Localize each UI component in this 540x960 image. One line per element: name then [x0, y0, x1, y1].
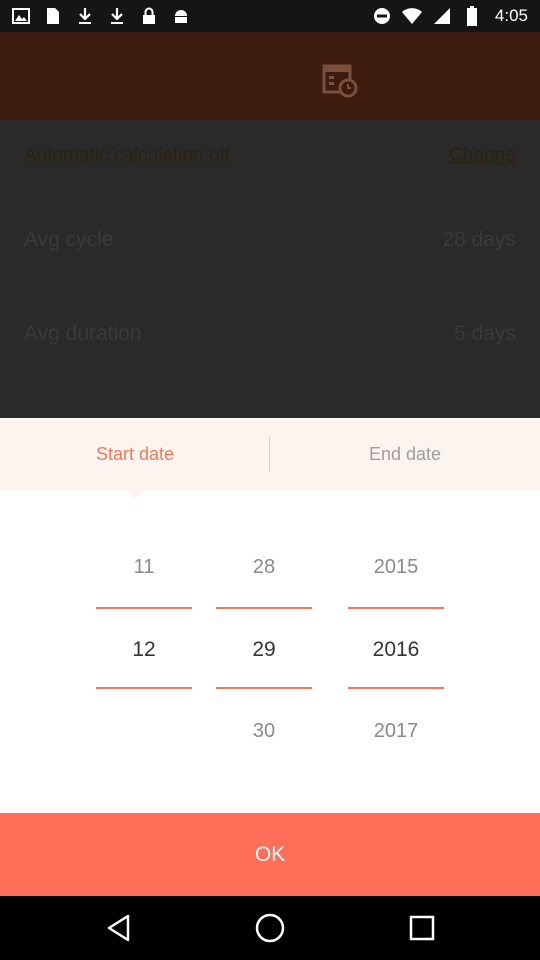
change-link: Change — [449, 145, 516, 166]
calendar-clock-icon — [322, 62, 358, 98]
year-prev-value[interactable]: 2015 — [348, 556, 444, 579]
month-current-value[interactable]: 12 — [96, 638, 192, 662]
day-current-value[interactable]: 29 — [216, 638, 312, 662]
image-icon — [10, 6, 32, 26]
ok-button[interactable]: OK — [0, 813, 540, 896]
android-icon — [170, 6, 192, 26]
app-header — [0, 32, 540, 120]
signal-icon — [431, 6, 453, 26]
avg-duration-label: Avg duration — [24, 322, 142, 345]
month-selection-line-bottom — [96, 687, 192, 689]
month-selection-line-top — [96, 607, 192, 609]
avg-cycle-value: 28 days — [442, 228, 516, 251]
date-tabs: Start date End date — [0, 418, 540, 490]
year-selection-line-top — [348, 607, 444, 609]
do-not-disturb-icon — [371, 6, 393, 26]
tab-end-date[interactable]: End date — [270, 418, 540, 490]
status-bar: 4:05 — [0, 0, 540, 32]
avg-duration-row: Avg duration 5 days — [24, 322, 516, 346]
month-picker[interactable]: 11 12 — [96, 528, 192, 768]
month-prev-value[interactable]: 11 — [96, 556, 192, 579]
clock: 4:05 — [494, 6, 528, 25]
download-icon — [74, 6, 96, 26]
auto-calculation-label: Automatic calculation off — [24, 145, 230, 166]
day-next-value[interactable]: 30 — [216, 720, 312, 743]
active-tab-indicator — [126, 490, 144, 499]
day-prev-value[interactable]: 28 — [216, 556, 312, 579]
home-icon[interactable] — [252, 910, 288, 946]
year-current-value[interactable]: 2016 — [348, 638, 444, 662]
battery-icon — [461, 6, 483, 26]
background-app: Automatic calculation off Change Avg cyc… — [0, 32, 540, 418]
tab-start-date[interactable]: Start date — [0, 418, 270, 490]
avg-duration-value: 5 days — [454, 322, 516, 345]
year-picker[interactable]: 2015 2016 2017 — [348, 528, 444, 768]
auto-calculation-row: Automatic calculation off Change — [24, 145, 516, 167]
wifi-icon — [401, 6, 423, 26]
year-selection-line-bottom — [348, 687, 444, 689]
file-icon — [42, 6, 64, 26]
avg-cycle-row: Avg cycle 28 days — [24, 228, 516, 252]
year-next-value[interactable]: 2017 — [348, 720, 444, 743]
day-selection-line-bottom — [216, 687, 312, 689]
avg-cycle-label: Avg cycle — [24, 228, 114, 251]
navigation-bar — [0, 896, 540, 960]
back-icon[interactable] — [100, 910, 136, 946]
day-picker[interactable]: 28 29 30 — [216, 528, 312, 768]
download-icon — [106, 6, 128, 26]
day-selection-line-top — [216, 607, 312, 609]
recent-apps-icon[interactable] — [404, 910, 440, 946]
lock-icon — [138, 6, 160, 26]
date-picker-dialog: Start date End date 11 12 28 29 30 2015 … — [0, 418, 540, 896]
